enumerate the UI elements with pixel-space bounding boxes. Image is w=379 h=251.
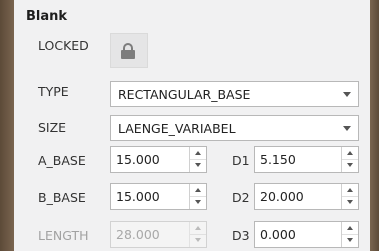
arrow-down-icon <box>347 238 353 242</box>
arrow-down-icon <box>195 200 201 204</box>
a-base-value: 15.000 <box>116 152 160 167</box>
a-base-spinbox[interactable]: 15.000 <box>110 146 207 173</box>
arrow-down-icon <box>347 163 353 167</box>
type-dropdown-button[interactable] <box>336 82 358 106</box>
d3-value: 0.000 <box>260 227 296 242</box>
d3-label: D3 <box>232 228 250 243</box>
arrow-up-icon <box>195 151 201 155</box>
d2-spinbox[interactable]: 20.000 <box>254 183 359 210</box>
arrow-down-icon <box>347 200 353 204</box>
type-label: TYPE <box>38 84 69 99</box>
arrow-up-icon <box>195 188 201 192</box>
length-value: 28.000 <box>116 227 160 242</box>
d2-value: 20.000 <box>260 189 304 204</box>
size-label: SIZE <box>38 120 67 135</box>
b-base-decrement-button[interactable] <box>190 196 206 208</box>
d2-decrement-button[interactable] <box>342 196 358 208</box>
window-frame-right <box>370 0 379 251</box>
a-base-label: A_BASE <box>38 153 86 168</box>
arrow-down-icon <box>195 163 201 167</box>
size-select[interactable]: LAENGE_VARIABEL <box>110 115 359 141</box>
a-base-decrement-button[interactable] <box>190 159 206 171</box>
window-frame-left <box>0 0 14 251</box>
d3-decrement-button[interactable] <box>342 234 358 246</box>
type-select-value: RECTANGULAR_BASE <box>118 87 251 102</box>
d3-spinbox[interactable]: 0.000 <box>254 221 359 248</box>
arrow-down-icon <box>195 238 201 242</box>
length-spinbox: 28.000 <box>110 221 207 248</box>
b-base-value: 15.000 <box>116 189 160 204</box>
arrow-up-icon <box>347 188 353 192</box>
length-decrement-button <box>190 234 206 246</box>
d1-value: 5.150 <box>260 152 296 167</box>
chevron-down-icon <box>343 92 351 97</box>
d1-spinbox[interactable]: 5.150 <box>254 146 359 173</box>
blank-properties-panel: Blank LOCKED TYPE RECTANGULAR_BASE SIZE … <box>14 0 370 251</box>
d1-decrement-button[interactable] <box>342 159 358 171</box>
d2-label: D2 <box>232 190 250 205</box>
type-select[interactable]: RECTANGULAR_BASE <box>110 81 359 107</box>
locked-label: LOCKED <box>38 38 89 53</box>
length-label: LENGTH <box>38 228 89 243</box>
section-title: Blank <box>26 9 68 24</box>
d1-label: D1 <box>232 153 250 168</box>
b-base-label: B_BASE <box>38 190 86 205</box>
arrow-up-icon <box>347 151 353 155</box>
size-select-value: LAENGE_VARIABEL <box>118 121 236 136</box>
b-base-spinbox[interactable]: 15.000 <box>110 183 207 210</box>
size-dropdown-button[interactable] <box>336 116 358 140</box>
chevron-down-icon <box>343 126 351 131</box>
lock-toggle-button[interactable] <box>110 33 148 68</box>
arrow-up-icon <box>195 226 201 230</box>
arrow-up-icon <box>347 226 353 230</box>
